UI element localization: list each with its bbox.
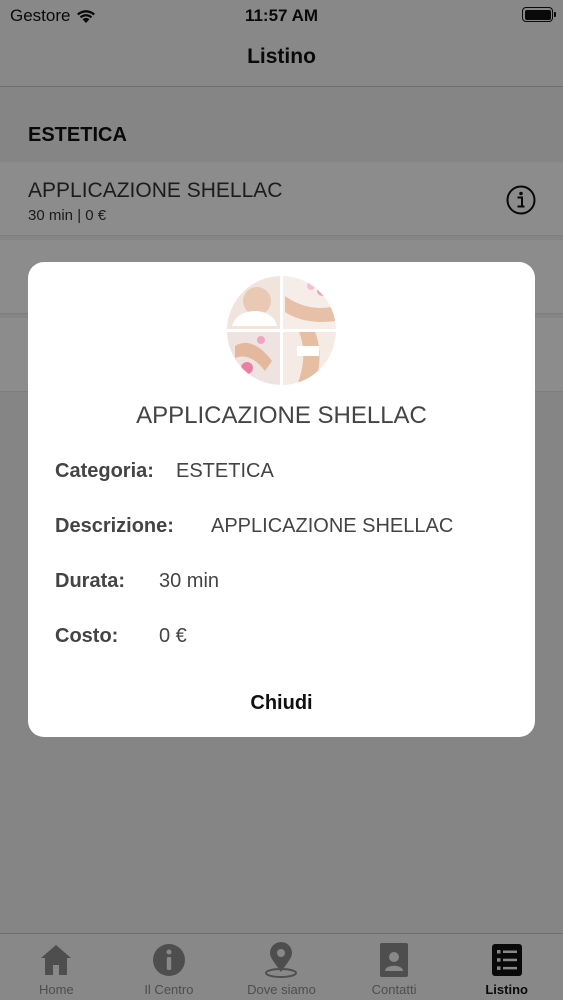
dialog-title: APPLICAZIONE SHELLAC: [136, 402, 427, 429]
duration-label: Durata:: [55, 570, 126, 592]
description-value: APPLICAZIONE SHELLAC: [211, 515, 454, 537]
cost-label: Costo:: [55, 625, 119, 647]
description-label: Descrizione:: [55, 515, 174, 537]
category-label: Categoria:: [55, 460, 154, 482]
service-detail-dialog: APPLICAZIONE SHELLAC Categoria: ESTETICA…: [28, 262, 535, 737]
duration-value: 30 min: [159, 570, 220, 592]
service-image: [227, 276, 336, 385]
category-value: ESTETICA: [176, 460, 274, 482]
cost-value: 0 €: [159, 625, 187, 647]
close-button[interactable]: Chiudi: [28, 692, 535, 715]
